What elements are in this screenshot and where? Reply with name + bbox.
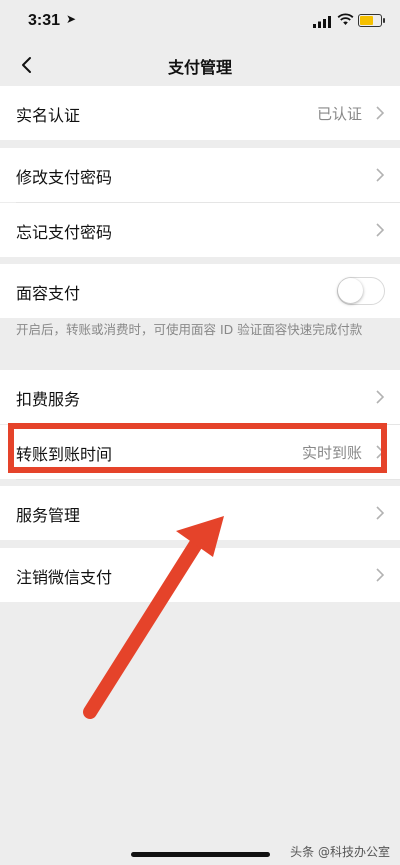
watermark: 头条 @科技办公室 xyxy=(290,845,390,859)
annotation-arrow-icon xyxy=(83,516,224,719)
home-indicator xyxy=(131,852,270,857)
